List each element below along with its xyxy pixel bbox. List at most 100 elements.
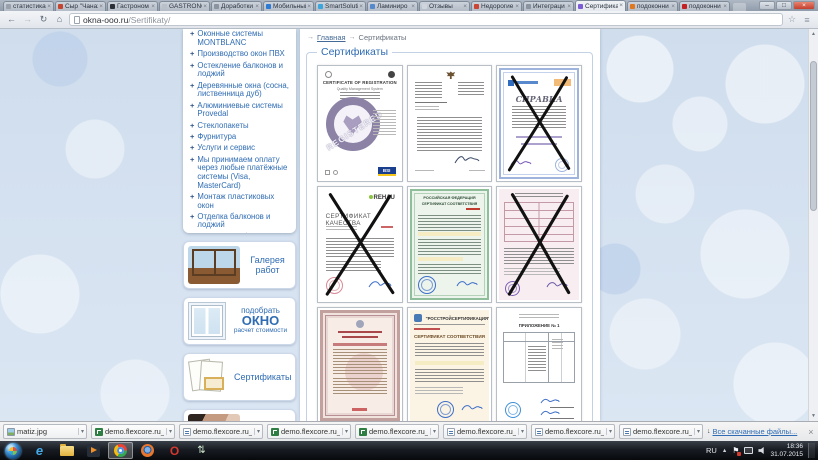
- promo-online-card[interactable]: ONLINE: [183, 409, 296, 421]
- browser-tab[interactable]: Гастроном ×: [107, 1, 158, 11]
- sidebar-menu-item[interactable]: + Алюминиевые системы Provedal: [190, 100, 291, 120]
- scroll-up-arrow[interactable]: ▲: [809, 29, 818, 39]
- promo-gallery-card[interactable]: Галерея работ: [183, 241, 296, 289]
- download-menu-chevron-icon[interactable]: ▾: [78, 428, 84, 435]
- sidebar-menu-item[interactable]: + Отделка балконов и лоджий: [190, 212, 291, 232]
- download-menu-chevron-icon[interactable]: ▾: [694, 428, 700, 435]
- sidebar-menu-item[interactable]: + Мы принимаем оплату через любые платёж…: [190, 154, 291, 191]
- browser-menu-icon[interactable]: ≡: [801, 15, 813, 25]
- taskbar-download-manager[interactable]: ⇅: [189, 442, 214, 459]
- forward-button[interactable]: →: [21, 13, 34, 26]
- page-scrollbar[interactable]: ▲ ▼: [808, 29, 818, 421]
- browser-tab[interactable]: Доработки ×: [211, 1, 262, 11]
- download-item[interactable]: matiz.jpg ▾: [3, 424, 87, 439]
- refresh-button[interactable]: ↻: [37, 13, 50, 26]
- browser-tab[interactable]: Сыр "Чанах" ×: [55, 1, 106, 11]
- tab-close-icon[interactable]: ×: [307, 4, 311, 10]
- language-indicator[interactable]: RU: [706, 446, 717, 455]
- taskbar-chrome-active[interactable]: [108, 442, 133, 459]
- browser-tab[interactable]: подоконни ×: [627, 1, 678, 11]
- home-button[interactable]: ⌂: [53, 13, 66, 26]
- browser-tab[interactable]: Недорогие ×: [471, 1, 522, 11]
- download-menu-chevron-icon[interactable]: ▾: [254, 428, 260, 435]
- browser-tab[interactable]: Ламиниро ×: [367, 1, 418, 11]
- tray-clock[interactable]: 18:36 31.07.2015: [770, 443, 803, 458]
- sidebar-menu-item[interactable]: + Стеклопакеты: [190, 120, 291, 131]
- certificate-thumbnail[interactable]: СПРАВКА: [496, 65, 582, 182]
- download-bar-close-icon[interactable]: ×: [801, 427, 818, 437]
- download-item[interactable]: demo.flexcore.ru_29....csv ▾: [355, 424, 439, 439]
- hidden-icons-arrow[interactable]: ▲: [722, 448, 727, 454]
- tab-close-icon[interactable]: ×: [515, 4, 519, 10]
- scrollbar-thumb[interactable]: [810, 61, 817, 211]
- tab-close-icon[interactable]: ×: [255, 4, 259, 10]
- tab-close-icon[interactable]: ×: [47, 4, 51, 10]
- tab-close-icon[interactable]: ×: [671, 4, 675, 10]
- start-button[interactable]: [5, 443, 21, 459]
- window-close-button[interactable]: ×: [793, 1, 815, 10]
- certificate-thumbnail[interactable]: [496, 186, 582, 303]
- tab-close-icon[interactable]: ×: [619, 3, 623, 9]
- download-menu-chevron-icon[interactable]: ▾: [518, 428, 524, 435]
- download-item[interactable]: demo.flexcore.ru_2...html ▾: [443, 424, 527, 439]
- download-item[interactable]: demo.flexcore.ru_29....csv ▾: [267, 424, 351, 439]
- browser-tab[interactable]: Сертификат ×: [575, 0, 626, 11]
- browser-tab[interactable]: Отзывы ×: [419, 1, 470, 11]
- download-menu-chevron-icon[interactable]: ▾: [606, 428, 612, 435]
- speaker-icon[interactable]: [758, 447, 765, 454]
- certificate-thumbnail[interactable]: CERTIFICATE OF REGISTRATION Quality Mana…: [317, 65, 403, 182]
- certificate-thumbnail[interactable]: ПРИЛОЖЕНИЕ № 1: [496, 307, 582, 421]
- download-menu-chevron-icon[interactable]: ▾: [342, 428, 348, 435]
- download-item[interactable]: demo.flexcore.ru_29....csv ▾: [91, 424, 175, 439]
- download-menu-chevron-icon[interactable]: ▾: [166, 428, 172, 435]
- promo-certificates-card[interactable]: Сертификаты: [183, 353, 296, 401]
- tab-close-icon[interactable]: ×: [411, 4, 415, 10]
- sidebar-menu-item[interactable]: + Монтаж пластиковых окон: [190, 192, 291, 212]
- sidebar-menu-item[interactable]: + Услуги и сервис: [190, 143, 291, 154]
- download-menu-chevron-icon[interactable]: ▾: [430, 428, 436, 435]
- tab-close-icon[interactable]: ×: [723, 4, 727, 10]
- promo-window-calc-card[interactable]: подобрать ОКНО расчет стоимости: [183, 297, 296, 345]
- sidebar-menu-item[interactable]: + Оконные системы MONTBLANC: [190, 29, 291, 49]
- tab-close-icon[interactable]: ×: [151, 4, 155, 10]
- download-item[interactable]: demo.flexcore.ru_2...html ▾: [531, 424, 615, 439]
- browser-tab[interactable]: статистика ×: [3, 1, 54, 11]
- certificate-thumbnail[interactable]: [317, 307, 403, 421]
- taskbar-explorer[interactable]: [54, 442, 79, 459]
- taskbar-firefox[interactable]: [135, 442, 160, 459]
- action-center-flag-icon[interactable]: ⚑: [732, 447, 739, 455]
- browser-tab[interactable]: Интеграци ×: [523, 1, 574, 11]
- address-bar[interactable]: okna-ooo.ru/Sertifikaty/: [69, 13, 783, 26]
- download-item[interactable]: demo.flexcore.ru_2...html ▾: [179, 424, 263, 439]
- window-minimize-button[interactable]: –: [759, 1, 775, 10]
- browser-tab[interactable]: подоконни ×: [679, 1, 730, 11]
- browser-tab[interactable]: GASTRONO ×: [159, 1, 210, 11]
- show-desktop-button[interactable]: [808, 443, 815, 458]
- sidebar-menu-item[interactable]: + Полезная информация: [190, 231, 291, 233]
- breadcrumb-home-link[interactable]: Главная: [317, 33, 346, 42]
- taskbar-ie[interactable]: e: [27, 442, 52, 459]
- certificate-thumbnail[interactable]: REHAU СЕРТИФИКАТ КАЧЕСТВА: [317, 186, 403, 303]
- scroll-down-arrow[interactable]: ▼: [809, 411, 818, 421]
- show-all-downloads-link[interactable]: Все скачанные файлы...: [713, 427, 798, 436]
- download-item[interactable]: demo.flexcore.ru_2...html ▾: [619, 424, 703, 439]
- window-maximize-button[interactable]: □: [776, 1, 792, 10]
- back-button[interactable]: ←: [5, 13, 18, 26]
- tab-close-icon[interactable]: ×: [99, 4, 103, 10]
- taskbar-opera[interactable]: O: [162, 442, 187, 459]
- bookmark-star-icon[interactable]: ☆: [786, 14, 798, 25]
- certificate-thumbnail[interactable]: [407, 65, 493, 182]
- sidebar-menu-item[interactable]: + Остекление балконов и лоджий: [190, 60, 291, 80]
- tab-close-icon[interactable]: ×: [463, 4, 467, 10]
- tab-close-icon[interactable]: ×: [203, 4, 207, 10]
- tab-close-icon[interactable]: ×: [567, 4, 571, 10]
- tab-close-icon[interactable]: ×: [359, 4, 363, 10]
- browser-tab[interactable]: Мобильный ×: [263, 1, 314, 11]
- certificate-thumbnail[interactable]: РОССИЙСКАЯ ФЕДЕРАЦИЯ СЕРТИФИКАТ СООТВЕТС…: [407, 186, 493, 303]
- taskbar-media-player[interactable]: [81, 442, 106, 459]
- sidebar-menu-item[interactable]: + Деревянные окна (сосна, лиственница ду…: [190, 80, 291, 100]
- network-icon[interactable]: [744, 447, 753, 454]
- sidebar-menu-item[interactable]: + Производство окон ПВХ: [190, 49, 291, 60]
- browser-tab[interactable]: SmartSoluti ×: [315, 1, 366, 11]
- new-tab-button[interactable]: [733, 3, 746, 11]
